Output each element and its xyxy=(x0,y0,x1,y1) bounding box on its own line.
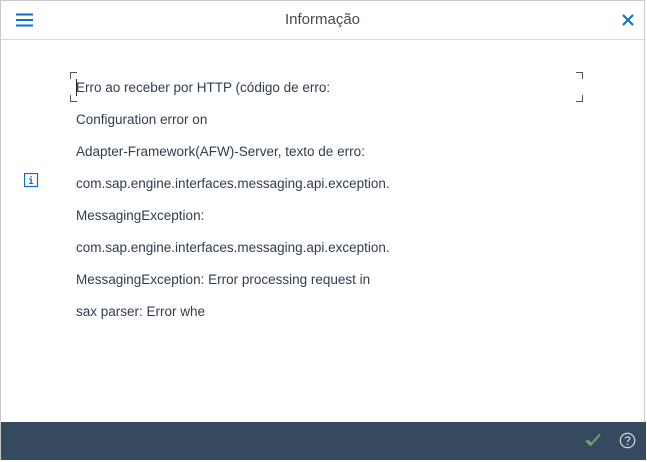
message-text: Erro ao receber por HTTP (código de erro… xyxy=(76,72,556,328)
dialog-footer xyxy=(1,422,646,460)
dialog-title: Informação xyxy=(284,11,361,28)
checkmark-icon xyxy=(585,433,601,447)
message-line: com.sap.engine.interfaces.messaging.api.… xyxy=(76,176,390,191)
info-icon xyxy=(23,172,39,188)
message-line: sax parser: Error whe xyxy=(76,304,206,319)
information-dialog: Informação Erro ao receber por HTTP (cód… xyxy=(0,0,645,460)
text-caret xyxy=(76,79,77,96)
message-line: Adapter-Framework(AFW)-Server, texto de … xyxy=(76,144,365,159)
help-icon xyxy=(619,432,636,449)
message-line: com.sap.engine.interfaces.messaging.api.… xyxy=(76,240,390,255)
ok-button[interactable] xyxy=(584,432,602,448)
message-line: MessagingException: xyxy=(76,208,205,223)
message-line: Configuration error on xyxy=(76,112,208,127)
message-line: MessagingException: Error processing req… xyxy=(76,272,371,287)
close-button[interactable] xyxy=(620,12,636,28)
focus-corner xyxy=(576,95,583,102)
close-icon xyxy=(622,14,634,26)
help-button[interactable] xyxy=(619,432,636,449)
dialog-header: Informação xyxy=(1,1,644,40)
message-line: Erro ao receber por HTTP (código de erro… xyxy=(76,80,331,95)
focus-corner xyxy=(576,72,583,79)
